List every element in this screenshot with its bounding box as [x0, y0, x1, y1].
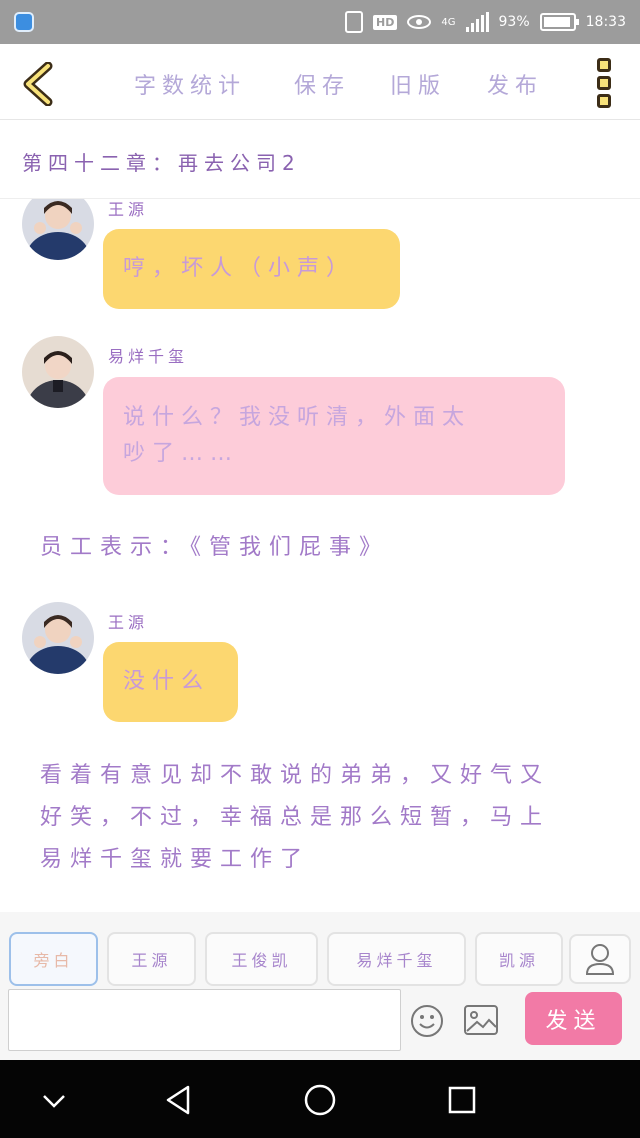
speaker-name: 王源: [108, 200, 149, 219]
word-count-button[interactable]: 字数统计: [134, 68, 246, 100]
hide-keyboard-button[interactable]: [36, 1082, 72, 1118]
square-recents-icon: [448, 1086, 476, 1114]
vibrate-icon: [345, 11, 364, 33]
message-bubble[interactable]: 说什么？我没听清，外面太 吵了……: [103, 377, 565, 495]
status-bar: HD 4G 93% 18:33: [0, 0, 640, 44]
send-button[interactable]: 发送: [525, 992, 622, 1045]
save-button[interactable]: 保存: [294, 68, 350, 100]
message-input[interactable]: [8, 989, 401, 1051]
narration-text: 易烊千玺就要工作了: [40, 847, 311, 872]
chapter-title[interactable]: 第四十二章：再去公司2: [22, 147, 301, 176]
chevron-down-icon: [43, 1095, 65, 1108]
message-bubble[interactable]: 没什么: [103, 642, 238, 722]
message-text: 没什么: [123, 669, 211, 694]
message-bubble[interactable]: 哼，坏人（小声）: [103, 229, 400, 309]
narration-text[interactable]: 员工表示：《管我们屁事》: [40, 527, 389, 569]
message-text: 吵了……: [123, 441, 240, 466]
security-shield-icon: [14, 12, 34, 32]
speaker-name: 王源: [108, 613, 149, 632]
add-role-button[interactable]: [569, 934, 631, 984]
status-indicators: HD 4G 93% 18:33: [345, 8, 626, 36]
role-yiyang-qianxi-button[interactable]: 易烊千玺: [327, 932, 466, 986]
battery-percent: 93%: [498, 14, 530, 30]
menu-dot-icon: [597, 58, 611, 72]
message-text: 哼，坏人（小声）: [123, 256, 356, 281]
nav-recents-button[interactable]: [444, 1082, 480, 1118]
chat-content[interactable]: 王源 哼，坏人（小声） 易烊千玺 说什么？我没听清，外面太 吵了…… 员工表示：…: [0, 199, 640, 911]
narration-block[interactable]: 看着有意见却不敢说的弟弟，又好气又 好笑，不过，幸福总是那么短暂，马上 易烊千玺…: [40, 755, 620, 881]
smiley-icon: [411, 1005, 443, 1037]
system-navigation-bar: [0, 1060, 640, 1138]
network-type: 4G: [441, 16, 456, 28]
avatar-yiyang-qianxi-icon: [22, 336, 94, 408]
role-selector-bar: 旁白 王源 王俊凯 易烊千玺 凯源: [0, 912, 640, 986]
speaker-name: 易烊千玺: [108, 347, 189, 366]
emoji-button[interactable]: [410, 1004, 444, 1038]
publish-button[interactable]: 发布: [487, 68, 543, 100]
chevron-left-icon: [23, 61, 53, 107]
avatar-wang-yuan-icon: [22, 199, 94, 260]
image-icon: [464, 1005, 498, 1035]
role-narrator-button[interactable]: 旁白: [9, 932, 98, 986]
message-text: 说什么？我没听清，外面太: [123, 405, 472, 430]
avatar[interactable]: [22, 602, 94, 674]
nav-home-button[interactable]: [302, 1082, 338, 1118]
image-button[interactable]: [463, 1004, 499, 1036]
menu-dot-icon: [597, 94, 611, 108]
user-icon: [585, 944, 615, 975]
menu-dot-icon: [597, 76, 611, 90]
narration-text: 看着有意见却不敢说的弟弟，又好气又: [40, 763, 551, 788]
clock: 18:33: [585, 14, 626, 30]
nav-back-button[interactable]: [160, 1082, 196, 1118]
role-wang-yuan-button[interactable]: 王源: [107, 932, 196, 986]
role-wang-junkai-button[interactable]: 王俊凯: [205, 932, 318, 986]
hd-badge: HD: [373, 14, 398, 30]
eye-comfort-icon: [407, 15, 432, 29]
avatar[interactable]: [22, 199, 94, 260]
signal-icon: [465, 12, 489, 32]
avatar-wang-yuan-icon: [22, 602, 94, 674]
more-menu-button[interactable]: [597, 58, 613, 112]
role-kai-yuan-button[interactable]: 凯源: [475, 932, 563, 986]
old-version-button[interactable]: 旧版: [390, 68, 446, 100]
avatar[interactable]: [22, 336, 94, 408]
back-button[interactable]: [20, 61, 60, 107]
narration-text: 好笑，不过，幸福总是那么短暂，马上: [40, 805, 551, 830]
chapter-header[interactable]: 第四十二章：再去公司2: [0, 121, 640, 199]
battery-icon: [539, 13, 579, 31]
triangle-back-icon: [166, 1085, 190, 1115]
input-bar: 发送: [0, 986, 640, 1060]
circle-home-icon: [304, 1084, 336, 1116]
editor-toolbar: 字数统计 保存 旧版 发布: [0, 44, 640, 120]
